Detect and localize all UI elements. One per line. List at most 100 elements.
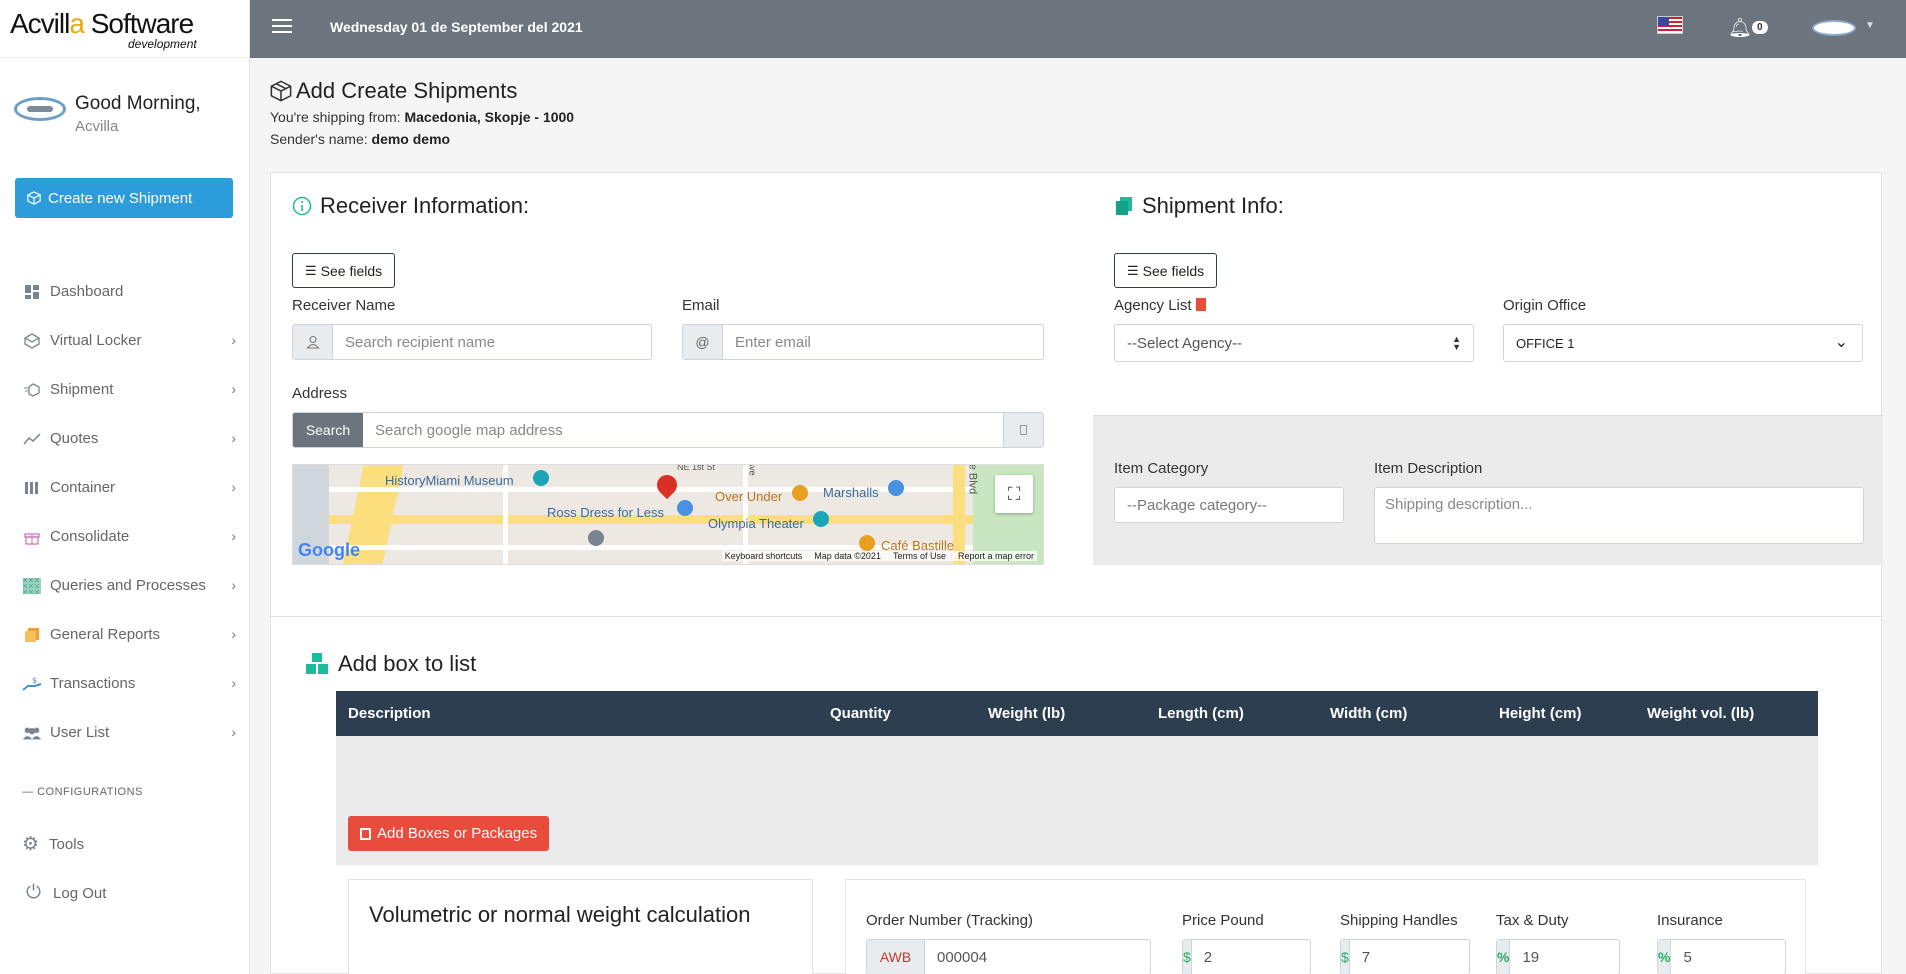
menu-toggle-icon[interactable] [272,19,292,33]
address-input[interactable] [363,413,1003,447]
item-description-textarea[interactable]: Shipping description... [1374,487,1864,544]
sidebar-item-general-reports[interactable]: General Reports › [0,610,250,659]
agency-list-label: Agency List [1114,297,1206,314]
sidebar-item-transactions[interactable]: $ Transactions › [0,659,250,708]
caret-down-icon[interactable]: ▼ [1865,20,1875,31]
users-icon [22,724,42,742]
chevron-right-icon: › [231,675,236,691]
sidebar-item-queries[interactable]: Queries and Processes › [0,561,250,610]
price-pound-label: Price Pound [1182,912,1264,929]
shipment-see-fields-button[interactable]: ☰ See fields [1114,253,1218,288]
notification-count: 0 [1752,21,1768,34]
address-clear-icon[interactable] [1003,413,1043,447]
volumetric-title: Volumetric or normal weight calculation [369,902,751,927]
map-label-ross[interactable]: Ross Dress for Less [547,505,664,520]
books-icon [1116,197,1132,215]
gift-icon [22,528,42,546]
map-label-street: Ave [747,464,758,476]
item-details-panel: Item Category --Package category-- Item … [1093,415,1883,565]
add-boxes-button[interactable]: Add Boxes or Packages [348,816,550,851]
address-label: Address [292,385,348,402]
tax-duty-field: % [1496,939,1734,974]
item-category-label: Item Category [1114,460,1209,477]
map-pin-icon[interactable] [652,470,682,500]
origin-office-select[interactable]: OFFICE 1 ⌄ [1503,324,1863,362]
user-avatar[interactable] [1812,20,1856,36]
user-avatar[interactable] [14,97,66,121]
dollar-icon: $ [1183,940,1192,974]
receiver-name-label: Receiver Name [292,297,396,314]
sidebar-item-consolidate[interactable]: Consolidate › [0,512,250,561]
column-header: Height (cm) [1499,705,1582,722]
map-fullscreen-icon[interactable]: ⛶ [995,475,1033,513]
map-label-marshalls[interactable]: Marshalls [823,485,879,500]
awb-addon: AWB [867,940,925,974]
sidebar-item-logout[interactable]: ⏻ Log Out [26,882,106,904]
chevron-right-icon: › [231,626,236,642]
shop-marker-icon[interactable] [888,480,904,496]
item-category-select[interactable]: --Package category-- [1114,487,1344,523]
receiver-section-title: Receiver Information: [292,193,529,219]
sidebar-item-tools[interactable]: ⚙ Tools [22,833,84,856]
sidebar-item-dashboard[interactable]: Dashboard [0,267,250,316]
museum-marker-icon[interactable] [533,470,549,486]
current-date: Wednesday 01 de September del 2021 [330,19,583,35]
agency-select[interactable]: --Select Agency-- ▲ ▼ [1114,324,1474,362]
email-input[interactable] [723,325,1043,359]
receiver-see-fields-button[interactable]: ☰ See fields [292,253,396,288]
theater-marker-icon[interactable] [813,511,829,527]
building-icon [1195,298,1206,311]
transactions-icon: $ [22,675,42,693]
bar-marker-icon[interactable] [792,485,808,501]
container-icon [22,479,42,497]
info-icon [292,196,312,216]
insurance-input[interactable] [1671,940,1895,974]
create-shipment-button[interactable]: Create new Shipment [15,178,233,218]
cafe-marker-icon[interactable] [859,535,875,551]
chevron-right-icon: › [231,332,236,348]
box-table-body: Add Boxes or Packages [336,736,1818,865]
email-field: @ [682,324,1044,360]
brand-logo[interactable]: Acvilla Software development [0,0,249,58]
landmark-marker-icon[interactable] [588,530,604,546]
power-icon: ⏻ [26,882,42,903]
sidebar-item-user-list[interactable]: User List › [0,708,250,757]
percent-icon: % [1497,940,1511,974]
configurations-heading: — CONFIGURATIONS [22,786,143,798]
email-label: Email [682,297,720,314]
map-label-over-under[interactable]: Over Under [715,489,782,504]
item-description-label: Item Description [1374,460,1483,477]
box-icon [360,827,371,840]
us-flag-icon[interactable] [1657,16,1683,34]
chevron-right-icon: › [231,528,236,544]
column-header: Weight vol. (lb) [1647,705,1755,722]
chart-line-icon [22,430,42,448]
google-map[interactable]: HistoryMiami Museum NE 1st St Ave e Blvd… [292,464,1044,565]
sidebar-item-container[interactable]: Container › [0,463,250,512]
tracking-input[interactable] [925,940,1150,974]
shipping-handles-field: $ [1340,939,1573,974]
chevron-right-icon: › [231,430,236,446]
sidebar-item-virtual-locker[interactable]: Virtual Locker › [0,316,250,365]
address-field: Search [292,412,1044,448]
shipment-form-card: Receiver Information: ☰ See fields Receiv… [270,172,1895,974]
column-header: Quantity [830,705,891,722]
column-header: Description [348,705,431,722]
sidebar: Acvilla Software development Good Mornin… [0,0,250,974]
box-table-header: Description Quantity Weight (lb) Length … [336,691,1818,736]
sidebar-item-shipment[interactable]: Shipment › [0,365,250,414]
section-divider [271,616,1883,617]
sidebar-item-quotes[interactable]: Quotes › [0,414,250,463]
sidebar-menu: Dashboard Virtual Locker › Shipment › Qu… [0,267,250,757]
topbar: Wednesday 01 de September del 2021 🔔︎ 0 … [250,0,1906,58]
address-search-button[interactable]: Search [293,413,363,447]
chevron-right-icon: › [231,724,236,740]
box-icon [270,80,292,102]
dashboard-icon [22,283,42,301]
map-label-museum[interactable]: HistoryMiami Museum [385,473,514,488]
map-label-olympia[interactable]: Olympia Theater [708,516,804,531]
column-header: Width (cm) [1330,705,1408,722]
receiver-name-input[interactable] [333,325,651,359]
bell-icon[interactable]: 🔔︎ [1728,16,1752,40]
shop-marker-icon[interactable] [677,500,693,516]
